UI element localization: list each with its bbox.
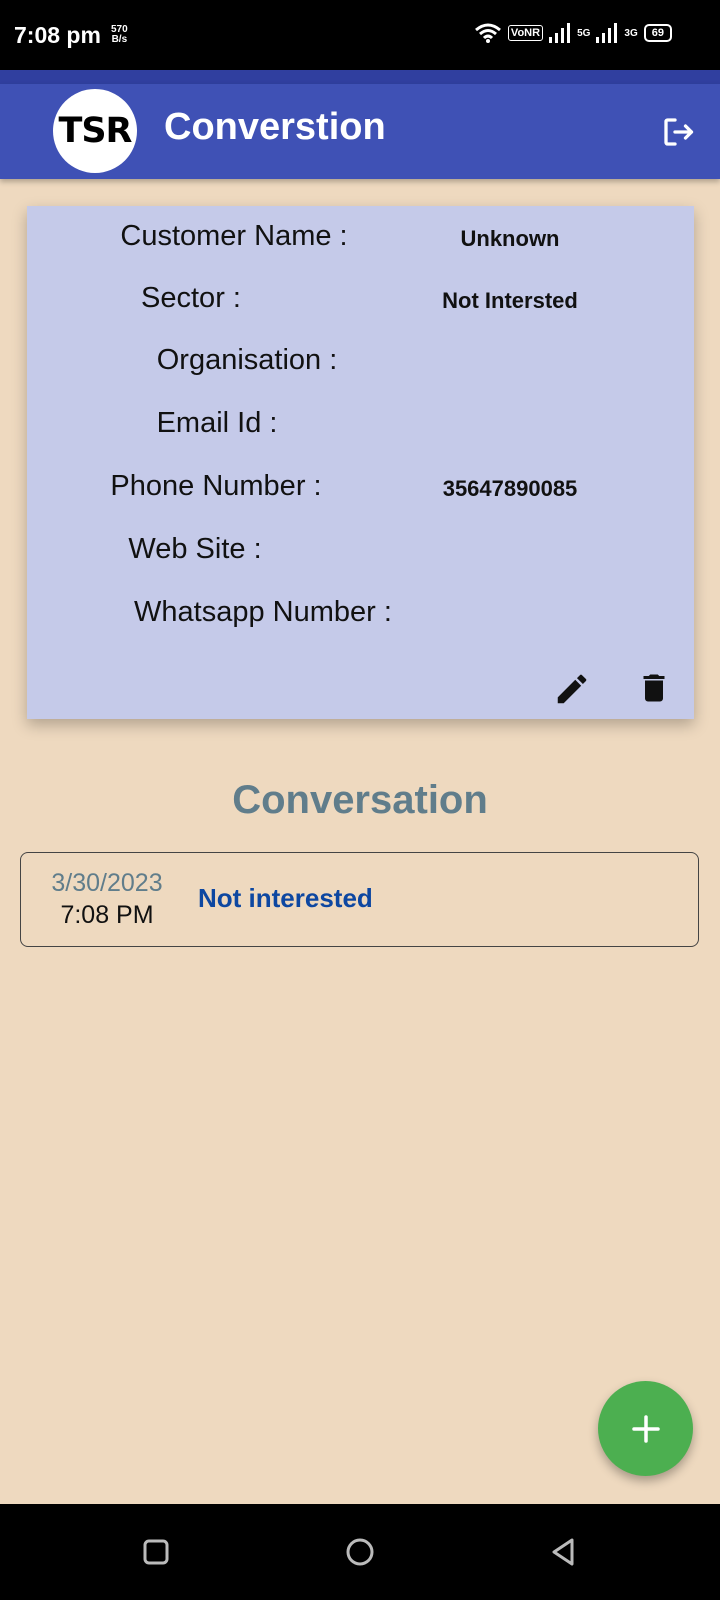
status-time: 7:08 pm: [14, 22, 101, 48]
customer-name-label: Customer Name :: [120, 220, 348, 252]
customer-name-value: Unknown: [460, 226, 560, 251]
sector-label: Sector :: [141, 282, 241, 314]
network-speed: 570 B/s: [111, 25, 128, 45]
app-logo: TSR: [53, 89, 137, 173]
vonr-badge: VoNR: [507, 25, 544, 41]
plus-icon: [631, 1414, 660, 1443]
customer-details-card: Customer Name : Unknown Sector : Not Int…: [27, 206, 694, 719]
organisation-label: Organisation :: [156, 344, 338, 376]
add-conversation-button[interactable]: [598, 1381, 693, 1476]
phone-label: Phone Number :: [110, 470, 322, 502]
conversation-item[interactable]: 3/30/2023 7:08 PM Not interested: [20, 852, 699, 947]
email-label: Email Id :: [156, 407, 278, 439]
page-title: Converstion: [164, 106, 386, 148]
signal-icon: [549, 23, 571, 43]
battery-icon: 69: [643, 24, 672, 42]
sector-value: Not Intersted: [442, 288, 578, 313]
conversation-text: Not interested: [198, 883, 373, 913]
website-label: Web Site :: [128, 533, 262, 565]
network-5g-label: 5G: [577, 27, 591, 39]
app-logo-text: TSR: [58, 111, 132, 151]
conversation-date: 3/30/2023: [51, 869, 163, 897]
wifi-icon: [474, 23, 501, 43]
appbar-shade: [0, 70, 720, 84]
recents-icon[interactable]: [140, 1536, 172, 1568]
back-icon[interactable]: [548, 1536, 580, 1568]
logout-icon[interactable]: [660, 114, 696, 150]
app-bar: TSR Converstion: [0, 84, 720, 179]
network-speed-unit: B/s: [111, 34, 128, 45]
network-3g-label: 3G: [624, 27, 638, 39]
delete-icon[interactable]: [636, 670, 672, 706]
status-icons: VoNR 5G 3G 69: [474, 22, 672, 44]
system-nav-bar: [0, 1504, 720, 1600]
signal-icon-2: [596, 23, 618, 43]
edit-icon[interactable]: [553, 670, 591, 708]
conversation-title: Conversation: [232, 778, 488, 822]
status-bar: 7:08 pm 570 B/s VoNR 5G 3G 69: [0, 0, 720, 70]
phone-value: 35647890085: [442, 476, 578, 501]
home-icon[interactable]: [344, 1536, 376, 1568]
conversation-time: 7:08 PM: [60, 901, 154, 929]
whatsapp-label: Whatsapp Number :: [134, 596, 392, 628]
